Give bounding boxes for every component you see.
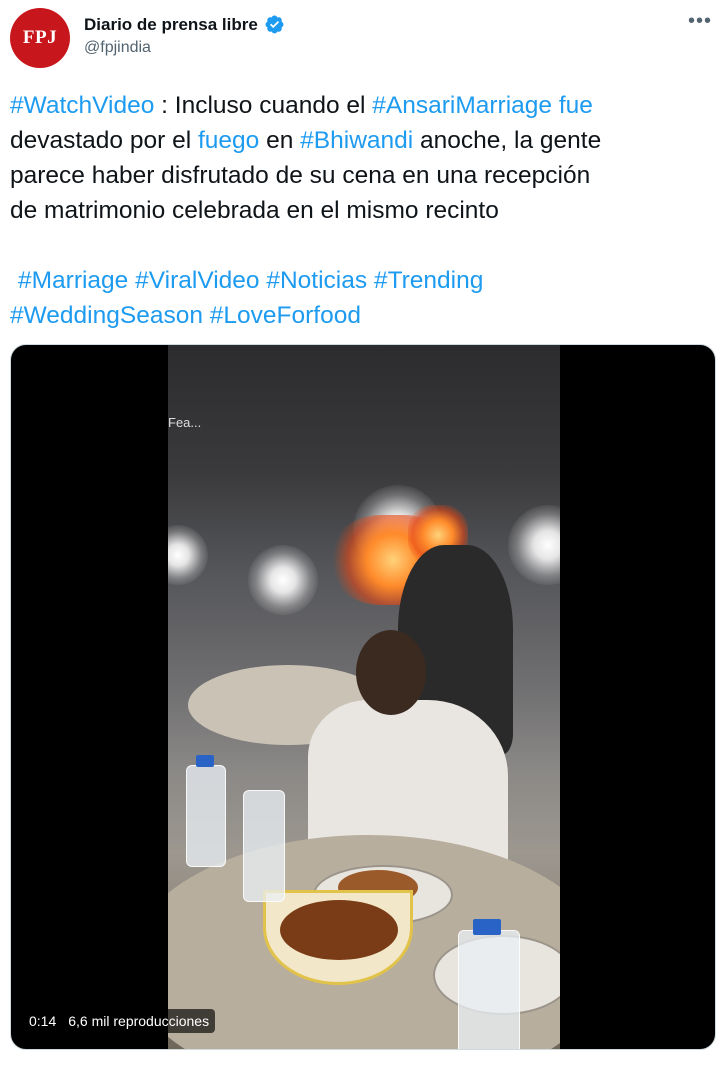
hashtag-link[interactable]: #LoveForfood [210, 302, 361, 329]
hashtag-line-1: #Marriage #ViralVideo #Noticias #Trendin… [10, 263, 718, 298]
hashtag-link[interactable]: #Bhiwandi [300, 127, 413, 154]
bottle-cap [196, 755, 214, 767]
tweet-text-segment [552, 92, 559, 119]
tweet-line-3: parece haber disfrutado de su cena en un… [10, 162, 591, 189]
water-bottle [458, 930, 520, 1049]
video-watermark: Fea... [168, 415, 202, 430]
hashtag-link[interactable]: #Noticias [266, 267, 367, 294]
tweet-text-segment: : Incluso cuando el [154, 92, 373, 119]
avatar[interactable]: FPJ [10, 8, 70, 68]
author-handle[interactable]: @fpjindia [84, 39, 151, 57]
hashtag-link[interactable]: #Trending [374, 267, 483, 294]
video-info-chip: 0:14 6,6 mil reproducciones [23, 1009, 216, 1033]
bottle-cap [473, 919, 501, 935]
hashtag-link[interactable]: #ViralVideo [135, 267, 259, 294]
tweet-header: FPJ Diario de prensa libre @fpjindia ••• [10, 8, 718, 70]
video-duration: 0:14 [29, 1013, 57, 1029]
hashtag-link[interactable]: #AnsariMarriage [372, 92, 552, 119]
video-player[interactable]: Fea... 0:14 6,6 mil reproducciones [10, 344, 716, 1050]
avatar-text: FPJ [22, 27, 58, 48]
curry [280, 900, 398, 960]
hashtag-link[interactable]: fuego [198, 127, 259, 154]
tweet-line-4: de matrimonio celebrada en el mismo reci… [10, 197, 499, 224]
stage-light [168, 525, 208, 585]
video-frame[interactable]: Fea... [168, 345, 560, 1049]
tweet-text-segment: anoche, la gente [413, 127, 602, 154]
tweet-line-2: devastado por el fuego en #Bhiwandi anoc… [10, 123, 718, 158]
hashtag-link[interactable]: #Marriage [18, 267, 128, 294]
man-head [356, 630, 426, 715]
tweet-line-1: #WatchVideo : Incluso cuando el #AnsariM… [10, 88, 718, 123]
tweet-text-segment: devastado por el [10, 127, 198, 154]
stage-light [248, 545, 318, 615]
hashtag-line-2: #WeddingSeason #LoveForfood [10, 298, 718, 333]
stage-light [508, 505, 560, 585]
water-bottle [243, 790, 285, 902]
verified-badge-icon [265, 15, 284, 34]
video-views: 6,6 mil reproducciones [68, 1013, 210, 1029]
more-options-icon[interactable]: ••• [688, 10, 712, 33]
tweet-text: #WatchVideo : Incluso cuando el #AnsariM… [10, 88, 718, 333]
author-name-row[interactable]: Diario de prensa libre [84, 14, 285, 35]
water-bottle [186, 765, 226, 867]
tweet-text-segment: en [259, 127, 301, 154]
hashtag-link[interactable]: fue [559, 92, 593, 119]
display-name[interactable]: Diario de prensa libre [84, 15, 258, 35]
hashtag-link[interactable]: #WeddingSeason [10, 302, 203, 329]
hashtag-link[interactable]: #WatchVideo [10, 92, 154, 119]
